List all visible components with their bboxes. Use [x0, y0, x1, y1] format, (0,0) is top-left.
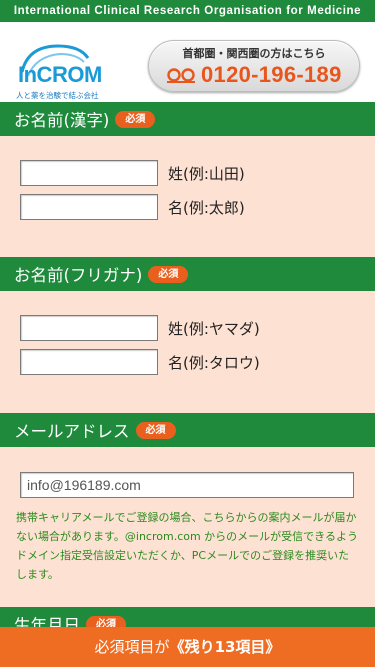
- field-label: 姓(例:ヤマダ): [168, 319, 260, 338]
- top-banner: International Clinical Research Organisa…: [0, 0, 375, 22]
- first-name-kanji-input[interactable]: [20, 194, 158, 220]
- phone-number: 0120-196-189: [201, 62, 342, 87]
- section-email-body: info@196189.com 携帯キャリアメールでご登録の場合、こちらからの案…: [0, 447, 375, 607]
- site-header: InCROM 人と薬を治験で結ぶ会社 首都圏・関西圏の方はこちら 0120-19…: [0, 22, 375, 102]
- remaining-count: 《残り13項目》: [169, 638, 281, 656]
- remaining-required-bar[interactable]: 必須項目が《残り13項目》: [0, 627, 375, 667]
- field-row: 名(例:太郎): [0, 190, 375, 224]
- section-name-kanji-body: 姓(例:山田) 名(例:太郎): [0, 136, 375, 257]
- incrom-logo[interactable]: InCROM 人と薬を治験で結ぶ会社: [14, 40, 124, 100]
- required-badge: 必須: [115, 110, 156, 128]
- section-name-kana-header: お名前(フリガナ) 必須: [0, 257, 375, 291]
- email-input[interactable]: info@196189.com: [20, 472, 354, 498]
- required-badge: 必須: [148, 265, 189, 283]
- field-row: 姓(例:ヤマダ): [0, 311, 375, 345]
- remaining-prefix: 必須項目が: [94, 638, 170, 656]
- section-name-kana-body: 姓(例:ヤマダ) 名(例:タロウ): [0, 291, 375, 413]
- freedial-icon: [167, 68, 195, 83]
- field-row: 姓(例:山田): [0, 156, 375, 190]
- last-name-kana-input[interactable]: [20, 315, 158, 341]
- first-name-kana-input[interactable]: [20, 349, 158, 375]
- section-name-kanji-header: お名前(漢字) 必須: [0, 102, 375, 136]
- section-email-header: メールアドレス 必須: [0, 413, 375, 447]
- logo-tagline: 人と薬を治験で結ぶ会社: [16, 91, 99, 100]
- section-title: メールアドレス: [14, 422, 130, 441]
- logo-wordmark: InCROM: [18, 62, 102, 87]
- field-label: 名(例:太郎): [168, 198, 245, 217]
- last-name-kanji-input[interactable]: [20, 160, 158, 186]
- field-label: 姓(例:山田): [168, 164, 245, 183]
- section-title: お名前(漢字): [14, 111, 110, 130]
- email-note: 携帯キャリアメールでご登録の場合、こちらからの案内メールが届かない場合があります…: [16, 511, 358, 581]
- field-label: 名(例:タロウ): [168, 353, 260, 372]
- phone-caption: 首都圏・関西圏の方はこちら: [182, 47, 326, 60]
- phone-call-button[interactable]: 首都圏・関西圏の方はこちら 0120-196-189: [148, 40, 360, 92]
- section-title: お名前(フリガナ): [14, 266, 143, 285]
- page: International Clinical Research Organisa…: [0, 0, 375, 667]
- required-badge: 必須: [135, 421, 176, 439]
- field-row: 名(例:タロウ): [0, 345, 375, 379]
